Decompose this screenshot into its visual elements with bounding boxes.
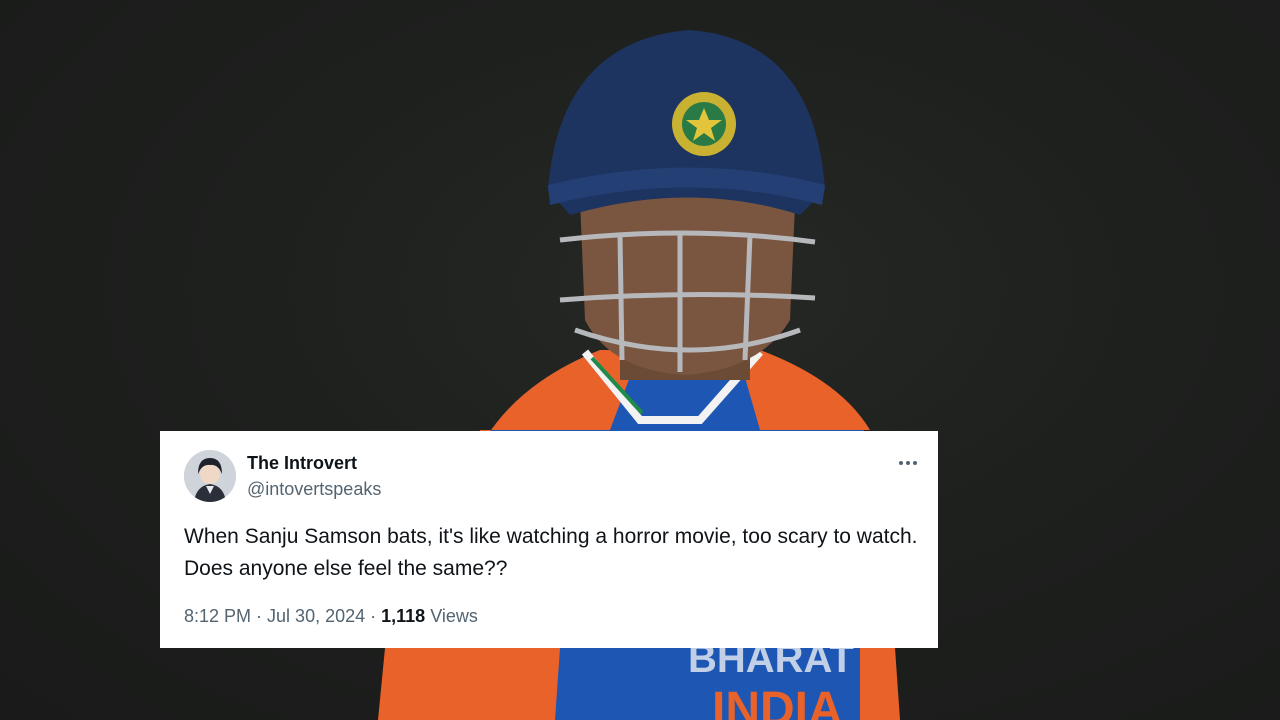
views-label: Views: [430, 606, 478, 626]
display-name[interactable]: The Introvert: [247, 453, 357, 474]
meta-separator: ·: [370, 606, 377, 626]
tweet-time[interactable]: 8:12 PM: [184, 606, 251, 626]
tweet-meta: 8:12 PM · Jul 30, 2024 · 1,118 Views: [184, 606, 478, 627]
user-handle[interactable]: @intovertspeaks: [247, 479, 381, 500]
tweet-text: When Sanju Samson bats, it's like watchi…: [184, 525, 918, 580]
tweet-card[interactable]: The Introvert @intovertspeaks When Sanju…: [160, 431, 938, 648]
tweet-date[interactable]: Jul 30, 2024: [267, 606, 365, 626]
meta-separator: ·: [256, 606, 263, 626]
more-options-button[interactable]: [893, 449, 923, 477]
avatar[interactable]: [184, 450, 236, 502]
jersey-orange-lower-right: [860, 648, 900, 720]
jersey-orange-lower-left: [378, 648, 560, 720]
more-horizontal-icon: [899, 461, 903, 465]
jersey-orange-shoulder-right: [740, 350, 870, 430]
anime-avatar-icon: [184, 450, 236, 502]
jersey-text-bottom: INDIA: [712, 683, 843, 720]
views-count: 1,118: [381, 606, 426, 626]
